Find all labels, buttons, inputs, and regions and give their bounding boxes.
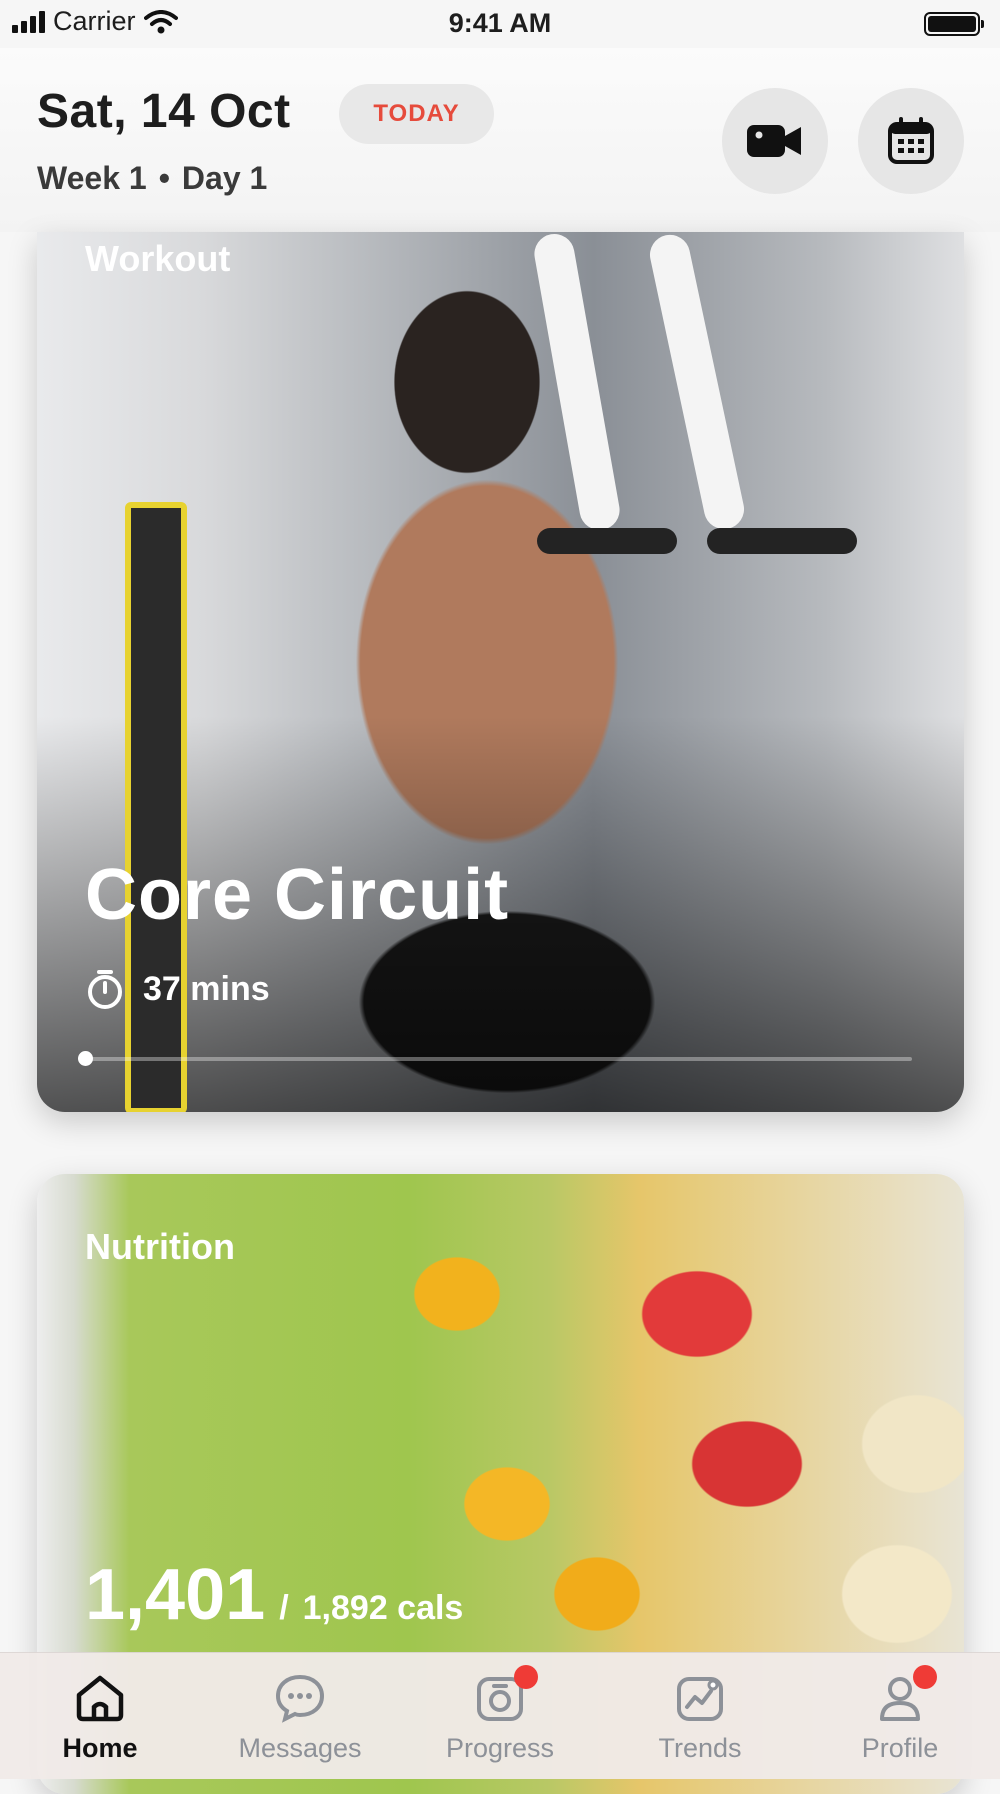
home-icon: [76, 1675, 124, 1722]
workout-title: Core Circuit: [85, 855, 510, 935]
workout-progress-track[interactable]: [78, 1051, 912, 1066]
handle-right: [707, 528, 857, 554]
status-time: 9:41 AM: [448, 8, 552, 38]
calorie-summary: 1,401 / 1,892 cals: [85, 1554, 463, 1636]
page-title: Sat, 14 Oct: [37, 85, 291, 138]
video-button[interactable]: [722, 88, 828, 194]
tab-messages-label: Messages: [238, 1733, 362, 1763]
today-button[interactable]: TODAY: [339, 84, 494, 144]
week-day-label: Week 1 • Day 1: [37, 160, 267, 197]
handle-left: [537, 528, 677, 554]
week-label: Week 1: [37, 160, 147, 196]
machine-arm-left: [531, 232, 623, 534]
progress-notification-badge: [514, 1665, 538, 1689]
calories-separator: /: [279, 1589, 289, 1627]
status-bar: Carrier 9:41 AM: [0, 0, 1000, 48]
machine-arm-right: [646, 232, 748, 533]
profile-notification-badge: [913, 1665, 937, 1689]
calories-consumed: 1,401: [85, 1555, 266, 1635]
header: Sat, 14 Oct TODAY Week 1 • Day 1: [0, 48, 1000, 232]
tab-profile-label: Profile: [861, 1733, 939, 1763]
tab-progress[interactable]: Progress: [400, 1653, 600, 1779]
workout-duration: 37 mins: [85, 968, 270, 1010]
trend-chart-icon: [677, 1677, 723, 1721]
progress-knob[interactable]: [78, 1051, 93, 1066]
video-camera-icon: [747, 125, 801, 157]
duration-label: 37 mins: [143, 969, 270, 1008]
gym-machine-frame: [125, 502, 187, 1112]
day-label: Day 1: [181, 160, 268, 196]
calories-target: 1,892 cals: [302, 1589, 464, 1627]
tab-messages[interactable]: Messages: [200, 1653, 400, 1779]
nutrition-label: Nutrition: [85, 1226, 235, 1267]
calendar-icon: [888, 117, 934, 164]
workout-card[interactable]: Workout Core Circuit 37 mins: [37, 232, 964, 1112]
tab-progress-label: Progress: [445, 1733, 555, 1763]
calendar-button[interactable]: [858, 88, 964, 194]
separator-dot: •: [158, 160, 170, 196]
tab-home[interactable]: Home: [0, 1653, 200, 1779]
tab-trends-label: Trends: [658, 1733, 742, 1763]
chat-bubble-icon: [275, 1674, 325, 1723]
tab-profile[interactable]: Profile: [800, 1653, 1000, 1779]
tab-bar: Home Messages Progress Trends Profile: [0, 1652, 1000, 1779]
tab-trends[interactable]: Trends: [600, 1653, 800, 1779]
workout-label: Workout: [85, 238, 231, 279]
battery-icon: [924, 12, 984, 36]
stopwatch-icon: [88, 970, 122, 1009]
tab-home-label: Home: [62, 1733, 138, 1763]
